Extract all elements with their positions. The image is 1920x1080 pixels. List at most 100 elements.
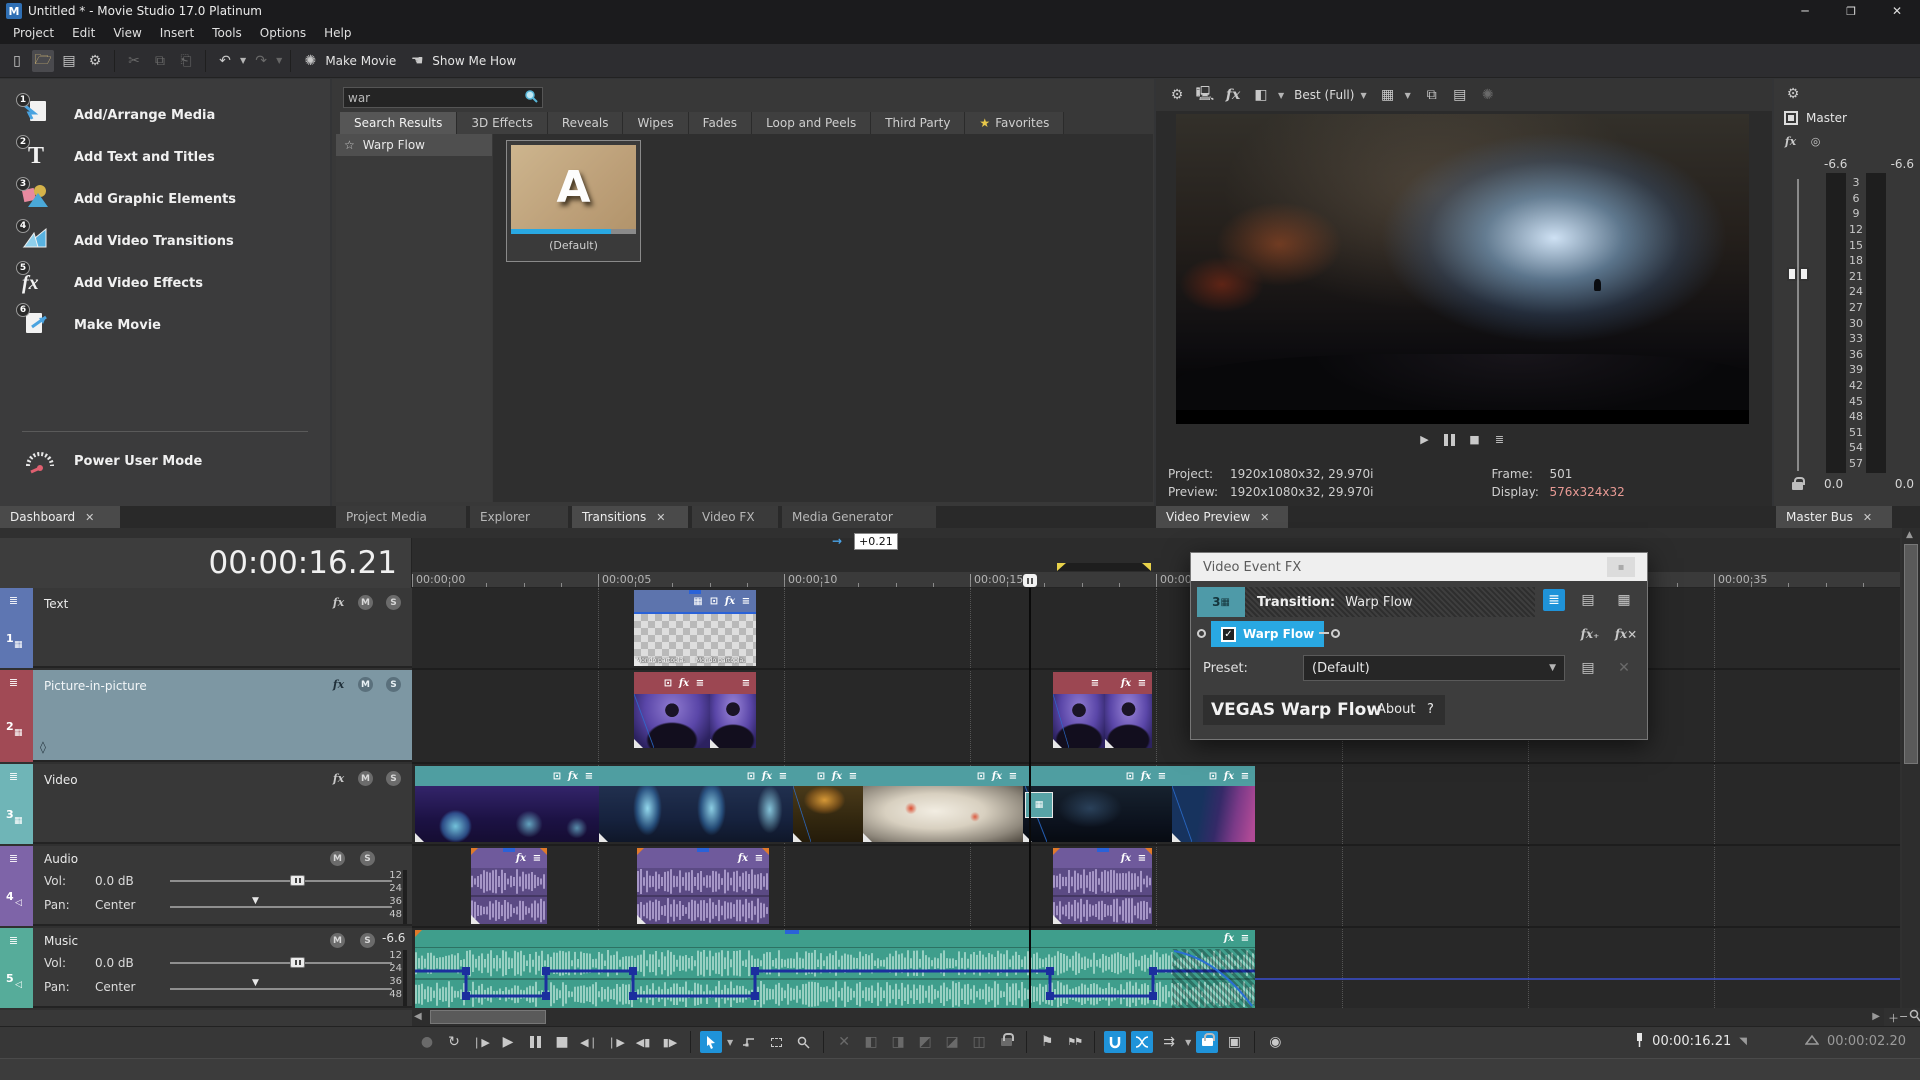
event-fx-icon[interactable]: fx bbox=[1222, 932, 1236, 946]
split-trim-start-icon[interactable]: ◩ bbox=[914, 1031, 936, 1053]
tab-loop-and-peels[interactable]: Loop and Peels bbox=[752, 112, 872, 134]
video-event-header[interactable]: ⊡ fx ≡ bbox=[599, 766, 793, 786]
video-event-header[interactable]: ⊡ fx ≡ bbox=[793, 766, 863, 786]
time-ruler[interactable]: 00:00:00 00:00:05 00:00:10 00:00:15 00:00:20… bbox=[412, 572, 1900, 588]
plugin-enabled-checkbox[interactable]: ✓ bbox=[1221, 626, 1236, 642]
show-me-how-button[interactable]: Show Me How bbox=[432, 54, 516, 68]
save-snapshot-icon[interactable]: ▤ bbox=[1449, 84, 1471, 106]
zoom-edit-tool-icon[interactable] bbox=[792, 1031, 814, 1053]
play-from-start-icon[interactable]: ❘▶ bbox=[470, 1031, 492, 1053]
preview-pause-icon[interactable] bbox=[1441, 431, 1458, 448]
plugin-chip-warp-flow[interactable]: ✓ Warp Flow bbox=[1211, 621, 1325, 647]
event-menu-icon[interactable]: ≡ bbox=[776, 769, 790, 783]
event-menu-icon[interactable]: ≡ bbox=[1155, 769, 1169, 783]
loop-region-end-icon[interactable] bbox=[1142, 563, 1151, 571]
bypass-motion-blur-icon[interactable]: M bbox=[358, 771, 373, 786]
pip-event-4[interactable]: fx ≡ bbox=[1105, 672, 1152, 748]
timeline-h-scrollbar[interactable]: ◀ ▶ bbox=[412, 1008, 1884, 1026]
add-fx-icon[interactable]: fx₊ bbox=[1579, 623, 1601, 645]
bypass-motion-blur-icon[interactable]: M bbox=[358, 595, 373, 610]
event-menu-icon[interactable]: ≡ bbox=[1238, 769, 1252, 783]
track-automation-icon[interactable]: S bbox=[386, 595, 401, 610]
volume-slider-handle[interactable] bbox=[290, 957, 305, 968]
jog-control-icon[interactable]: ◉ bbox=[1264, 1031, 1286, 1053]
track-menu-icon[interactable]: ≣ bbox=[5, 674, 22, 691]
event-menu-icon[interactable]: ≡ bbox=[693, 676, 707, 690]
pan-slider-handle[interactable]: ▼ bbox=[252, 896, 259, 906]
search-input[interactable]: war bbox=[348, 91, 524, 105]
tab-3d-effects[interactable]: 3D Effects bbox=[457, 112, 548, 134]
dashboard-item-add-text-and-titles[interactable]: T 2 Add Text and Titles bbox=[0, 135, 330, 177]
preset-dropdown[interactable]: (Default) ▼ bbox=[1303, 655, 1565, 681]
next-frame-icon[interactable]: ▮▶ bbox=[659, 1031, 681, 1053]
event-pan-crop-icon[interactable]: ⊡ bbox=[1123, 769, 1137, 783]
track-name[interactable]: Video bbox=[44, 773, 78, 787]
paste-icon[interactable]: ⎗ bbox=[175, 50, 197, 72]
audio-event-3[interactable]: fx ≡ bbox=[1053, 848, 1152, 924]
track-fx-icon[interactable]: fx bbox=[330, 676, 347, 693]
selection-edit-tool-icon[interactable] bbox=[765, 1031, 787, 1053]
event-pan-crop-icon[interactable]: ⊡ bbox=[814, 769, 828, 783]
close-icon[interactable]: ✕ bbox=[656, 511, 665, 524]
plugin-chain-grid-view-icon[interactable]: ▤ bbox=[1577, 589, 1599, 611]
tab-project-media[interactable]: Project Media bbox=[336, 506, 466, 528]
event-pan-crop-icon[interactable]: ⊡ bbox=[707, 594, 721, 608]
track-menu-icon[interactable]: ≣ bbox=[5, 768, 22, 785]
track-name[interactable]: Text bbox=[44, 597, 68, 611]
event-fx-icon[interactable]: fx bbox=[514, 851, 528, 865]
track-menu-icon[interactable]: ≣ bbox=[5, 592, 22, 609]
dialog-pin-icon[interactable]: ▪ bbox=[1607, 557, 1635, 577]
split-screen-dropdown-icon[interactable]: ▼ bbox=[1278, 91, 1284, 100]
video-event-header[interactable]: ⊡ fx ≡ bbox=[415, 766, 599, 786]
auto-ripple-dropdown-icon[interactable]: ▼ bbox=[1185, 1038, 1191, 1047]
delete-preset-icon[interactable]: ✕ bbox=[1613, 657, 1635, 679]
go-to-start-icon[interactable]: ◀❘ bbox=[578, 1031, 600, 1053]
lock-event-icon[interactable] bbox=[995, 1031, 1017, 1053]
insert-region-icon[interactable]: ⚑⚑ bbox=[1063, 1031, 1085, 1053]
pip-event-2[interactable]: ≡ bbox=[710, 672, 756, 748]
open-project-icon[interactable]: 🗁 bbox=[32, 49, 54, 72]
master-lock-icon[interactable] bbox=[1792, 477, 1805, 493]
video-preview-frame[interactable] bbox=[1176, 114, 1749, 424]
event-menu-icon[interactable]: ≡ bbox=[739, 594, 753, 608]
remove-fx-icon[interactable]: fx⨯ bbox=[1615, 623, 1637, 645]
tab-wipes[interactable]: Wipes bbox=[623, 112, 689, 134]
track-name[interactable]: Music bbox=[44, 934, 78, 948]
event-fx-icon[interactable]: fx bbox=[723, 594, 737, 608]
bypass-motion-blur-icon[interactable]: M bbox=[358, 677, 373, 692]
previous-frame-icon[interactable]: ◀▮ bbox=[632, 1031, 654, 1053]
timeline-v-scrollbar[interactable]: ▲ bbox=[1902, 528, 1920, 1008]
track-header-video[interactable]: ≣ 3 ▦ Video fx M S bbox=[0, 764, 412, 844]
loop-region-bar[interactable] bbox=[1057, 563, 1151, 571]
envelope-edit-tool-icon[interactable] bbox=[738, 1031, 760, 1053]
pip-event-header[interactable]: ≡ bbox=[1053, 672, 1105, 694]
dialog-title-bar[interactable]: Video Event FX ▪ bbox=[1191, 553, 1647, 581]
transition-search-box[interactable]: war bbox=[343, 87, 543, 108]
marker-bar[interactable] bbox=[412, 538, 1900, 572]
track-name[interactable]: Audio bbox=[44, 852, 78, 866]
overlay-grid-icon[interactable]: ▦ bbox=[1377, 84, 1399, 106]
dashboard-item-add-video-transitions[interactable]: 4 Add Video Transitions bbox=[0, 219, 330, 261]
auto-ripple-icon[interactable]: ⇉ bbox=[1158, 1031, 1180, 1053]
master-fader-handle[interactable] bbox=[1787, 267, 1809, 281]
mute-icon[interactable]: M bbox=[330, 933, 345, 948]
scroll-right-icon[interactable]: ▶ bbox=[1872, 1011, 1880, 1022]
scroll-left-icon[interactable]: ◀ bbox=[414, 1011, 422, 1022]
dashboard-item-add-arrange-media[interactable]: 1 Add/Arrange Media bbox=[0, 93, 330, 135]
dashboard-item-power-user-mode[interactable]: Power User Mode bbox=[0, 441, 330, 481]
solo-icon[interactable]: S bbox=[360, 933, 375, 948]
insert-marker-icon[interactable]: ⚑ bbox=[1036, 1031, 1058, 1053]
event-menu-icon[interactable]: ≡ bbox=[1135, 676, 1149, 690]
dashboard-item-make-movie[interactable]: 6 Make Movie bbox=[0, 303, 330, 345]
audio-event-1[interactable]: fx ≡ bbox=[471, 848, 547, 924]
playhead-marker[interactable] bbox=[1023, 574, 1037, 587]
external-monitor-icon[interactable]: 🖳 bbox=[1194, 84, 1216, 106]
event-fx-icon[interactable]: fx bbox=[1119, 676, 1133, 690]
h-scroll-thumb[interactable] bbox=[430, 1010, 546, 1024]
tab-third-party[interactable]: Third Party bbox=[871, 112, 966, 134]
about-button[interactable]: About bbox=[1377, 702, 1415, 717]
save-preset-icon[interactable]: ▤ bbox=[1577, 657, 1599, 679]
volume-envelope[interactable] bbox=[415, 949, 1255, 1008]
event-menu-icon[interactable]: ≡ bbox=[846, 769, 860, 783]
video-output-fx-icon[interactable]: fx bbox=[1222, 84, 1244, 106]
